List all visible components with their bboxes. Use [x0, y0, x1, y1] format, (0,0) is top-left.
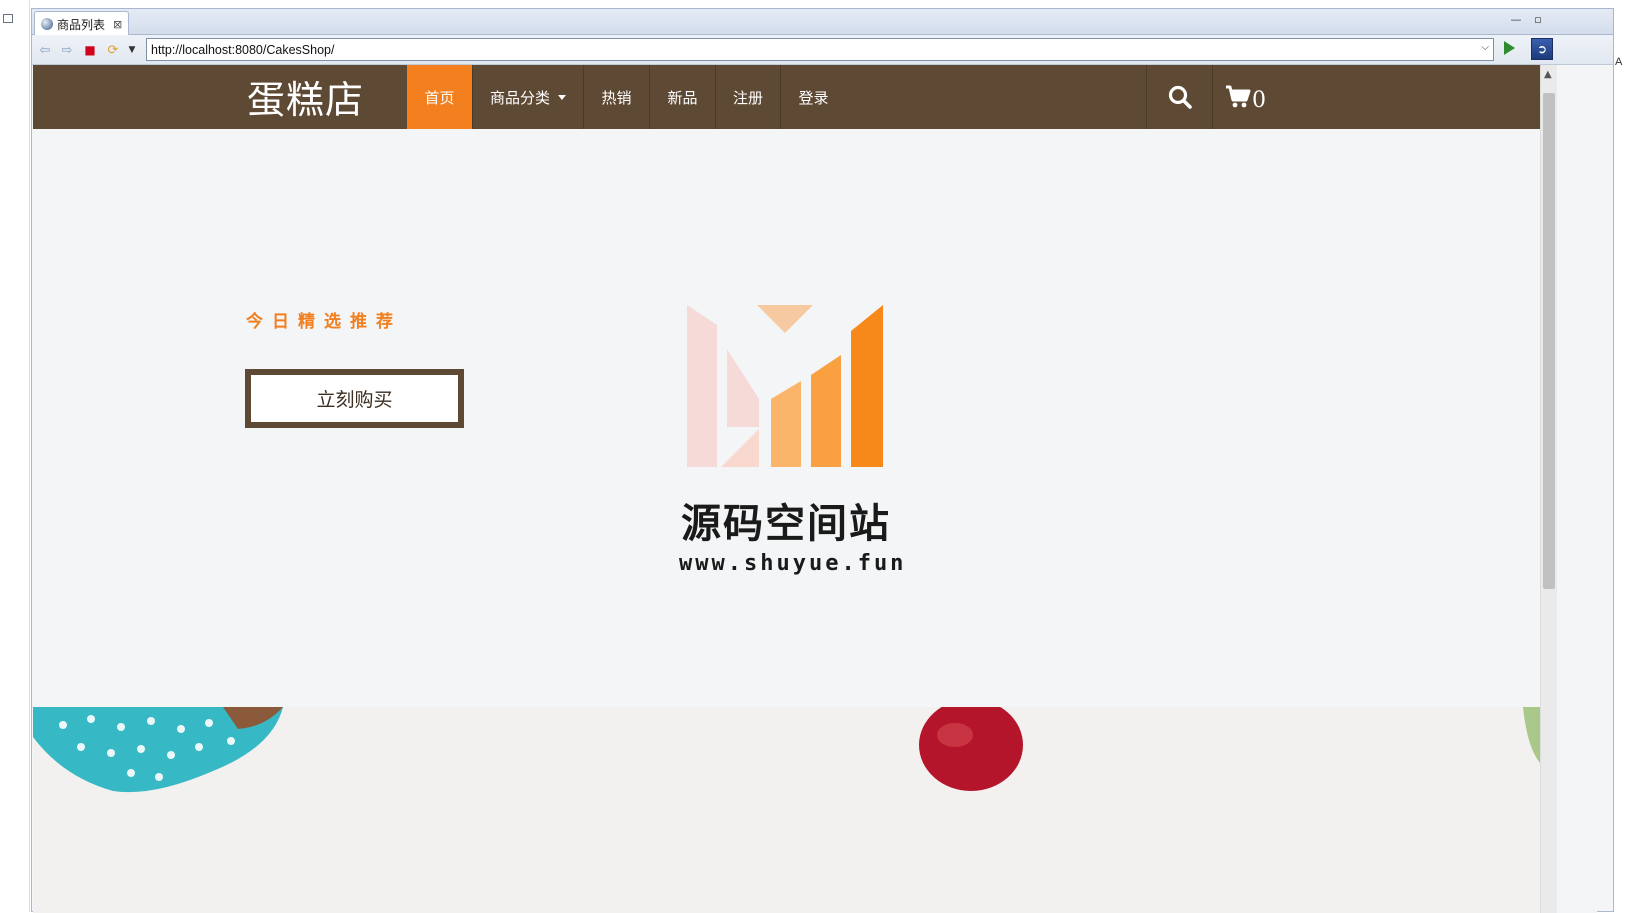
url-text: http://localhost:8080/CakesShop/	[151, 42, 335, 57]
browser-toolbar: ⇦ ⇨ ■ ⟳ ▼ http://localhost:8080/CakesSho…	[32, 35, 1613, 65]
scroll-up-icon[interactable]: ▲	[1544, 69, 1552, 80]
ide-left-gutter	[0, 0, 30, 912]
hero-tagline: 今日精选推荐	[246, 312, 402, 332]
watermark-logo	[687, 305, 883, 467]
buy-now-button[interactable]: 立刻购买	[245, 369, 464, 428]
cart-button[interactable]: 0	[1212, 65, 1278, 129]
refresh-icon[interactable]: ⟳	[104, 41, 122, 59]
url-field[interactable]: http://localhost:8080/CakesShop/ ⌵	[146, 38, 1494, 61]
nav-label: 热销	[601, 88, 632, 107]
nav-item-hot[interactable]: 热销	[584, 65, 650, 129]
back-arrow-icon[interactable]: ⇦	[36, 41, 54, 59]
nav-item-categories[interactable]: 商品分类	[472, 65, 584, 129]
maximize-icon[interactable]: ▫	[1531, 13, 1545, 27]
nav-label: 商品分类	[489, 88, 550, 107]
site-brand[interactable]: 蛋糕店	[247, 69, 364, 124]
nav-item-register[interactable]: 注册	[716, 65, 781, 129]
search-button[interactable]	[1146, 65, 1212, 129]
watermark-title: 源码空间站	[681, 501, 891, 547]
nav-item-home[interactable]: 首页	[407, 65, 472, 129]
tab-strip: 商品列表 ⊠ — ▫	[32, 9, 1613, 36]
cart-icon	[1226, 85, 1251, 108]
restore-view-icon[interactable]	[3, 14, 13, 23]
caret-down-icon	[558, 94, 566, 100]
browser-tab[interactable]: 商品列表 ⊠	[34, 11, 129, 36]
nav-item-login[interactable]: 登录	[781, 65, 846, 129]
nav-label: 新品	[667, 88, 698, 107]
ide-right-gutter: A	[1614, 0, 1626, 912]
search-icon	[1168, 85, 1192, 109]
cart-count: 0	[1252, 87, 1266, 113]
forward-arrow-icon[interactable]: ⇨	[58, 41, 76, 59]
page-scrollbar[interactable]: ▲	[1540, 65, 1557, 913]
nav-label: 首页	[424, 88, 455, 107]
nav-label: 登录	[798, 88, 829, 107]
buy-now-label: 立刻购买	[316, 389, 393, 411]
nav-item-new[interactable]: 新品	[650, 65, 716, 129]
gutter-marker: A	[1615, 56, 1623, 68]
hero-image-band	[33, 707, 1540, 913]
dessert-photo	[33, 707, 1540, 793]
watermark-url: www.shuyue.fun	[679, 551, 907, 576]
browser-window: 商品列表 ⊠ — ▫ ⇦ ⇨ ■ ⟳ ▼ http://localhost:80…	[31, 8, 1614, 913]
open-external-icon[interactable]: ➲	[1531, 38, 1553, 60]
globe-icon	[41, 18, 53, 30]
page-viewport: 蛋糕店 首页 商品分类 热销 新品 注册 登录 0 今日精选推荐 立刻购买 源码…	[33, 65, 1597, 913]
nav-label: 注册	[732, 88, 763, 107]
scrollbar-thumb[interactable]	[1543, 93, 1555, 589]
site-navbar: 蛋糕店 首页 商品分类 热销 新品 注册 登录 0	[33, 65, 1540, 129]
url-dropdown-icon[interactable]: ⌵	[1481, 42, 1489, 53]
stop-icon[interactable]: ■	[81, 41, 99, 59]
go-icon[interactable]	[1504, 41, 1515, 55]
tab-close-icon[interactable]: ⊠	[113, 18, 122, 31]
minimize-icon[interactable]: —	[1509, 13, 1523, 27]
history-dropdown-icon[interactable]: ▼	[127, 41, 137, 59]
tab-title: 商品列表	[57, 17, 106, 32]
